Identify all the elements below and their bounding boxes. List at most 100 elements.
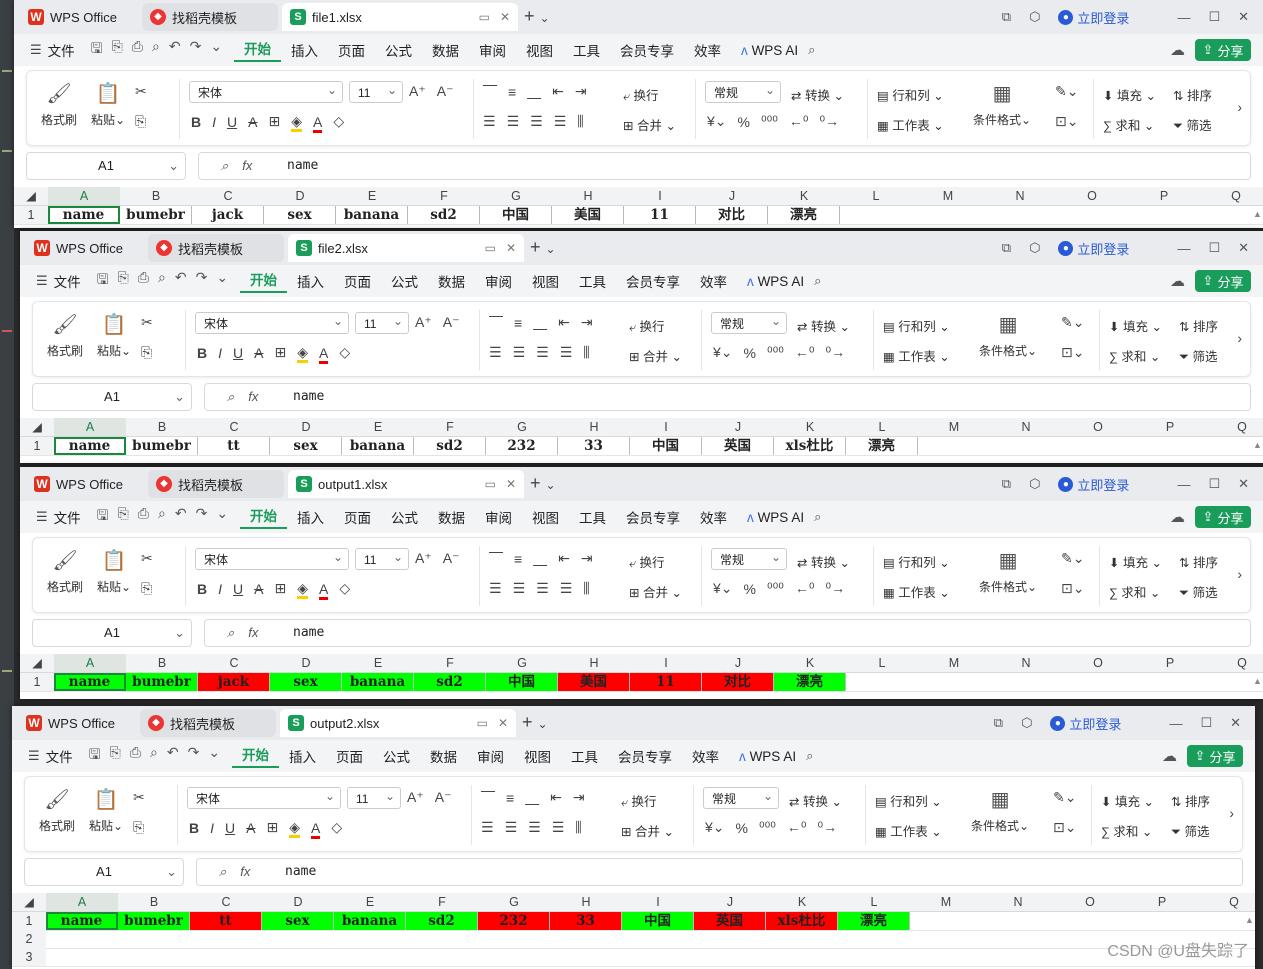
table-cell[interactable]: name: [48, 206, 120, 224]
fill-button[interactable]: ⬇ 填充 ⌄: [1109, 316, 1162, 335]
column-header[interactable]: P: [1134, 418, 1206, 436]
column-header[interactable]: D: [262, 893, 334, 911]
share-button[interactable]: ⇪ 分享: [1195, 39, 1251, 61]
font-family-select[interactable]: 宋体: [189, 79, 343, 103]
align-middle-icon[interactable]: ≡: [514, 315, 522, 331]
conditional-format-button[interactable]: ▦ 条件格式⌄: [971, 783, 1029, 834]
align-middle-icon[interactable]: ≡: [508, 84, 516, 100]
column-header[interactable]: E: [336, 187, 408, 205]
align-right-icon[interactable]: ☰: [536, 344, 549, 361]
undo-icon[interactable]: ↶: [169, 38, 181, 62]
column-header[interactable]: J: [702, 418, 774, 436]
table-cell[interactable]: bumebr: [126, 437, 198, 455]
table-cell[interactable]: 中国: [630, 437, 702, 455]
font-size-select[interactable]: 11: [349, 79, 403, 103]
name-box[interactable]: A1 ⌄: [32, 619, 192, 647]
column-header[interactable]: E: [334, 893, 406, 911]
fill-button[interactable]: ⬇ 填充 ⌄: [1101, 791, 1154, 810]
tab-templates[interactable]: ◆ 找稻壳模板: [140, 709, 276, 737]
wrap-button[interactable]: ⤶ 换行: [629, 552, 665, 571]
redo-icon[interactable]: ↷: [188, 744, 200, 768]
increase-decimal-icon[interactable]: ←⁰: [789, 113, 809, 130]
table-cell[interactable]: sex: [270, 673, 342, 691]
sum-button[interactable]: ∑ 求和 ⌄: [1109, 582, 1160, 601]
column-header[interactable]: F: [414, 654, 486, 672]
increase-decimal-icon[interactable]: ←⁰: [787, 819, 807, 836]
column-header[interactable]: Q: [1198, 893, 1255, 911]
indent-increase-icon[interactable]: ⇥: [581, 550, 593, 567]
menu-8[interactable]: 工具: [569, 507, 616, 527]
increase-decimal-icon[interactable]: ←⁰: [795, 344, 815, 361]
menu-7[interactable]: 视图: [522, 271, 569, 291]
freeze-icon[interactable]: ⊡⌄: [1061, 580, 1084, 597]
sort-button[interactable]: ⇅ 排序: [1179, 552, 1218, 571]
menu-3[interactable]: 页面: [328, 40, 375, 60]
indent-decrease-icon[interactable]: ⇤: [550, 789, 562, 806]
table-cell[interactable]: bumebr: [126, 673, 198, 691]
tab-templates[interactable]: ◆ 找稻壳模板: [142, 3, 278, 31]
decrease-decimal-icon[interactable]: ⁰→: [819, 113, 839, 130]
close-tab-icon[interactable]: ✕: [500, 10, 510, 24]
decrease-font-icon[interactable]: A⁻: [443, 314, 460, 331]
table-cell[interactable]: 美国: [552, 206, 624, 224]
fx-icon[interactable]: fx: [248, 389, 258, 405]
maximize-icon[interactable]: ☐: [1208, 476, 1220, 492]
underline-icon[interactable]: U: [225, 820, 235, 836]
align-left-icon[interactable]: ☰: [483, 113, 496, 130]
convert-button[interactable]: ⇄ 转换 ⌄: [791, 85, 844, 104]
distribute-icon[interactable]: ⫼: [583, 580, 589, 597]
column-header[interactable]: I: [630, 654, 702, 672]
filter-button[interactable]: ⏷ 筛选: [1173, 115, 1212, 134]
table-cell[interactable]: banana: [334, 912, 406, 930]
menu-3[interactable]: 页面: [334, 507, 381, 527]
italic-icon[interactable]: I: [218, 581, 222, 597]
select-all-corner[interactable]: ◢: [14, 187, 48, 205]
table-cell[interactable]: 33: [558, 437, 630, 455]
scissors-icon[interactable]: ✂: [141, 550, 153, 567]
menu-2[interactable]: 插入: [287, 507, 334, 527]
table-cell[interactable]: 中国: [622, 912, 694, 930]
menu-9[interactable]: 会员专享: [616, 271, 690, 291]
indent-increase-icon[interactable]: ⇥: [581, 314, 593, 331]
align-bottom-icon[interactable]: ⎽: [527, 83, 541, 100]
copy-icon[interactable]: ⎘: [141, 580, 152, 597]
save-icon[interactable]: 🖫: [91, 38, 103, 62]
menu-4[interactable]: 公式: [381, 507, 428, 527]
fx-icon[interactable]: fx: [240, 864, 250, 880]
increase-font-icon[interactable]: A⁺: [409, 83, 426, 100]
style-icon[interactable]: ✎⌄: [1053, 789, 1076, 806]
menu-4[interactable]: 公式: [373, 746, 420, 766]
decrease-decimal-icon[interactable]: ⁰→: [825, 580, 845, 597]
decrease-decimal-icon[interactable]: ⁰→: [825, 344, 845, 361]
convert-button[interactable]: ⇄ 转换 ⌄: [797, 552, 850, 571]
menu-8[interactable]: 工具: [563, 40, 610, 60]
tab-document[interactable]: Sfile2.xlsx ▭ ✕: [288, 234, 524, 262]
column-header[interactable]: H: [558, 654, 630, 672]
table-cell[interactable]: 中国: [480, 206, 552, 224]
table-cell[interactable]: sex: [262, 912, 334, 930]
layout-icon[interactable]: ⧉: [1002, 240, 1011, 256]
table-cell[interactable]: banana: [342, 673, 414, 691]
chevron-down-icon[interactable]: ⌄: [210, 38, 222, 62]
menu-file[interactable]: 文件: [36, 746, 83, 766]
paste-button[interactable]: 📋 粘贴⌄: [97, 544, 131, 595]
align-center-icon[interactable]: ☰: [505, 819, 518, 836]
search-icon[interactable]: ⌕: [814, 273, 821, 289]
indent-decrease-icon[interactable]: ⇤: [558, 314, 570, 331]
table-cell[interactable]: 对比: [702, 673, 774, 691]
conditional-format-button[interactable]: ▦ 条件格式⌄: [973, 77, 1031, 128]
table-cell[interactable]: 对比: [696, 206, 768, 224]
clear-format-icon[interactable]: ◇: [333, 113, 344, 130]
fx-icon[interactable]: fx: [242, 158, 252, 174]
column-header[interactable]: N: [982, 893, 1054, 911]
paste-button[interactable]: 📋 粘贴⌄: [89, 783, 123, 834]
align-top-icon[interactable]: ⎺: [489, 314, 503, 331]
table-cell[interactable]: bumebr: [118, 912, 190, 930]
font-size-select[interactable]: 11: [355, 310, 409, 334]
scissors-icon[interactable]: ✂: [133, 789, 145, 806]
name-box[interactable]: A1 ⌄: [26, 152, 186, 180]
decrease-font-icon[interactable]: A⁻: [435, 789, 452, 806]
login-button[interactable]: ● 立即登录: [1058, 239, 1129, 258]
thousands-icon[interactable]: ⁰⁰⁰: [759, 819, 776, 836]
percent-icon[interactable]: %: [736, 820, 748, 836]
